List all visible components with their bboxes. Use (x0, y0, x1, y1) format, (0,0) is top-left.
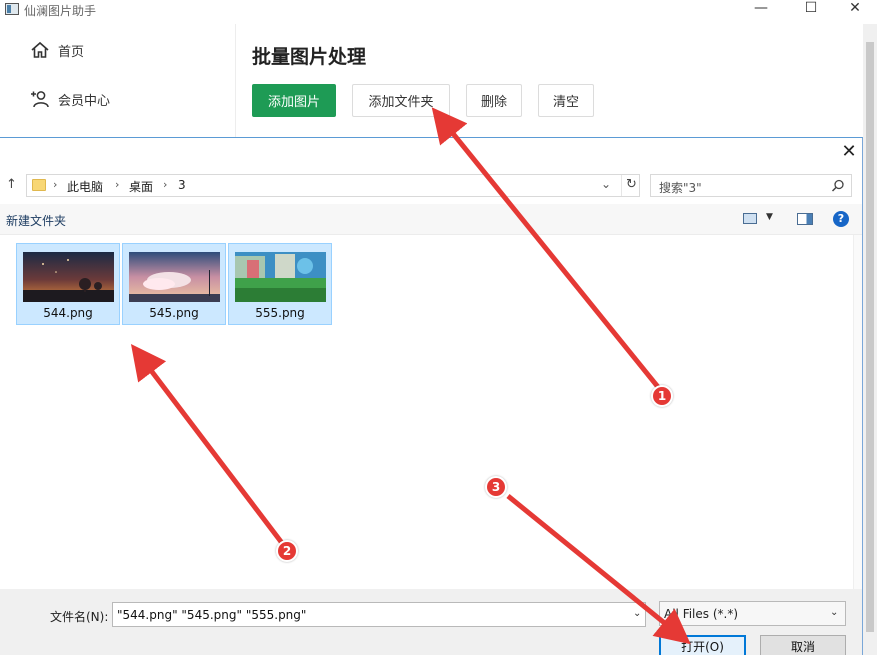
app-logo-icon (5, 3, 19, 15)
up-arrow-icon[interactable]: ↑ (6, 177, 17, 192)
breadcrumb-item[interactable]: 此电脑 (67, 178, 103, 195)
add-folder-button[interactable]: 添加文件夹 (352, 84, 450, 117)
main-panel: 批量图片处理 添加图片 添加文件夹 删除 清空 (236, 24, 863, 137)
cancel-button[interactable]: 取消 (760, 635, 846, 655)
delete-button[interactable]: 删除 (466, 84, 522, 117)
breadcrumb-item[interactable]: 桌面 (129, 178, 153, 195)
help-icon[interactable]: ? (833, 211, 849, 227)
sidebar-item-label: 会员中心 (58, 93, 111, 109)
file-item[interactable]: 545.png (122, 243, 226, 325)
app-scrollbar-thumb[interactable] (866, 42, 874, 632)
step-marker-3: 3 (485, 476, 507, 498)
sidebar-item-member-center[interactable]: 会员中心 (30, 87, 110, 111)
file-list-scrollbar[interactable] (853, 235, 862, 589)
view-dropdown-icon[interactable]: ▼ (766, 212, 773, 222)
dialog-footer: 文件名(N): "544.png" "545.png" "555.png" ⌄ … (0, 589, 862, 655)
chevron-right-icon: › (53, 178, 58, 191)
file-name: 544.png (43, 306, 93, 320)
file-item[interactable]: 544.png (16, 243, 120, 325)
minimize-button[interactable]: — (738, 0, 784, 18)
file-name: 545.png (149, 306, 199, 320)
page-title: 批量图片处理 (252, 46, 367, 68)
clear-button[interactable]: 清空 (538, 84, 594, 117)
file-type-select[interactable]: All Files (*.*) ⌄ (659, 601, 846, 626)
search-box[interactable]: 搜索"3" (650, 174, 852, 197)
add-image-button[interactable]: 添加图片 (252, 84, 336, 117)
new-folder-button[interactable]: 新建文件夹 (6, 212, 66, 229)
title-bar: 仙澜图片助手 — ☐ ✕ (0, 0, 877, 24)
search-input[interactable]: 搜索"3" (659, 179, 702, 196)
dialog-close-button[interactable]: ✕ (840, 143, 858, 162)
close-window-button[interactable]: ✕ (832, 0, 877, 18)
image-thumbnail (23, 252, 114, 302)
preview-pane-icon[interactable] (797, 213, 813, 225)
filename-value: "544.png" "545.png" "555.png" (117, 608, 307, 622)
view-mode-icon[interactable] (743, 213, 757, 224)
step-marker-1: 1 (651, 385, 673, 407)
step-marker-2: 2 (276, 540, 298, 562)
sidebar-item-home[interactable]: 首页 (30, 38, 84, 62)
maximize-button[interactable]: ☐ (788, 0, 834, 18)
refresh-icon[interactable]: ↻ (621, 175, 641, 196)
window-title: 仙澜图片助手 (24, 4, 97, 18)
file-item[interactable]: 555.png (228, 243, 332, 325)
filename-input[interactable]: "544.png" "545.png" "555.png" ⌄ (112, 602, 646, 627)
image-thumbnail (129, 252, 220, 302)
file-list[interactable]: 544.png 545.png 555.png (0, 235, 862, 589)
filename-label: 文件名(N): (50, 610, 109, 624)
chevron-right-icon: › (163, 178, 168, 191)
search-icon[interactable] (831, 179, 845, 193)
app-root: 仙澜图片助手 — ☐ ✕ 首页 会员中心 批量图片处理 添加图片 添加文件夹 删… (0, 0, 877, 655)
chevron-down-icon[interactable]: ⌄ (830, 607, 838, 618)
file-type-value: All Files (*.*) (664, 607, 739, 621)
home-icon (31, 41, 49, 58)
chevron-down-icon[interactable]: ⌄ (633, 608, 641, 619)
breadcrumb-item[interactable]: 3 (178, 178, 186, 192)
chevron-down-icon[interactable]: ⌄ (601, 177, 611, 191)
image-thumbnail (235, 252, 326, 302)
dialog-toolbar: 新建文件夹 ▼ ? (0, 204, 862, 235)
sidebar: 首页 会员中心 (0, 24, 236, 137)
address-bar[interactable]: › 此电脑 › 桌面 › 3 ⌄ ↻ (26, 174, 640, 197)
folder-icon (32, 179, 46, 191)
file-open-dialog: ✕ ↑ › 此电脑 › 桌面 › 3 ⌄ ↻ 搜索"3" 新建文件夹 ▼ ? 5… (0, 137, 863, 655)
file-name: 555.png (255, 306, 305, 320)
open-button[interactable]: 打开(O) (659, 635, 746, 655)
chevron-right-icon: › (115, 178, 120, 191)
sidebar-item-label: 首页 (58, 44, 85, 60)
user-add-icon (31, 91, 49, 108)
